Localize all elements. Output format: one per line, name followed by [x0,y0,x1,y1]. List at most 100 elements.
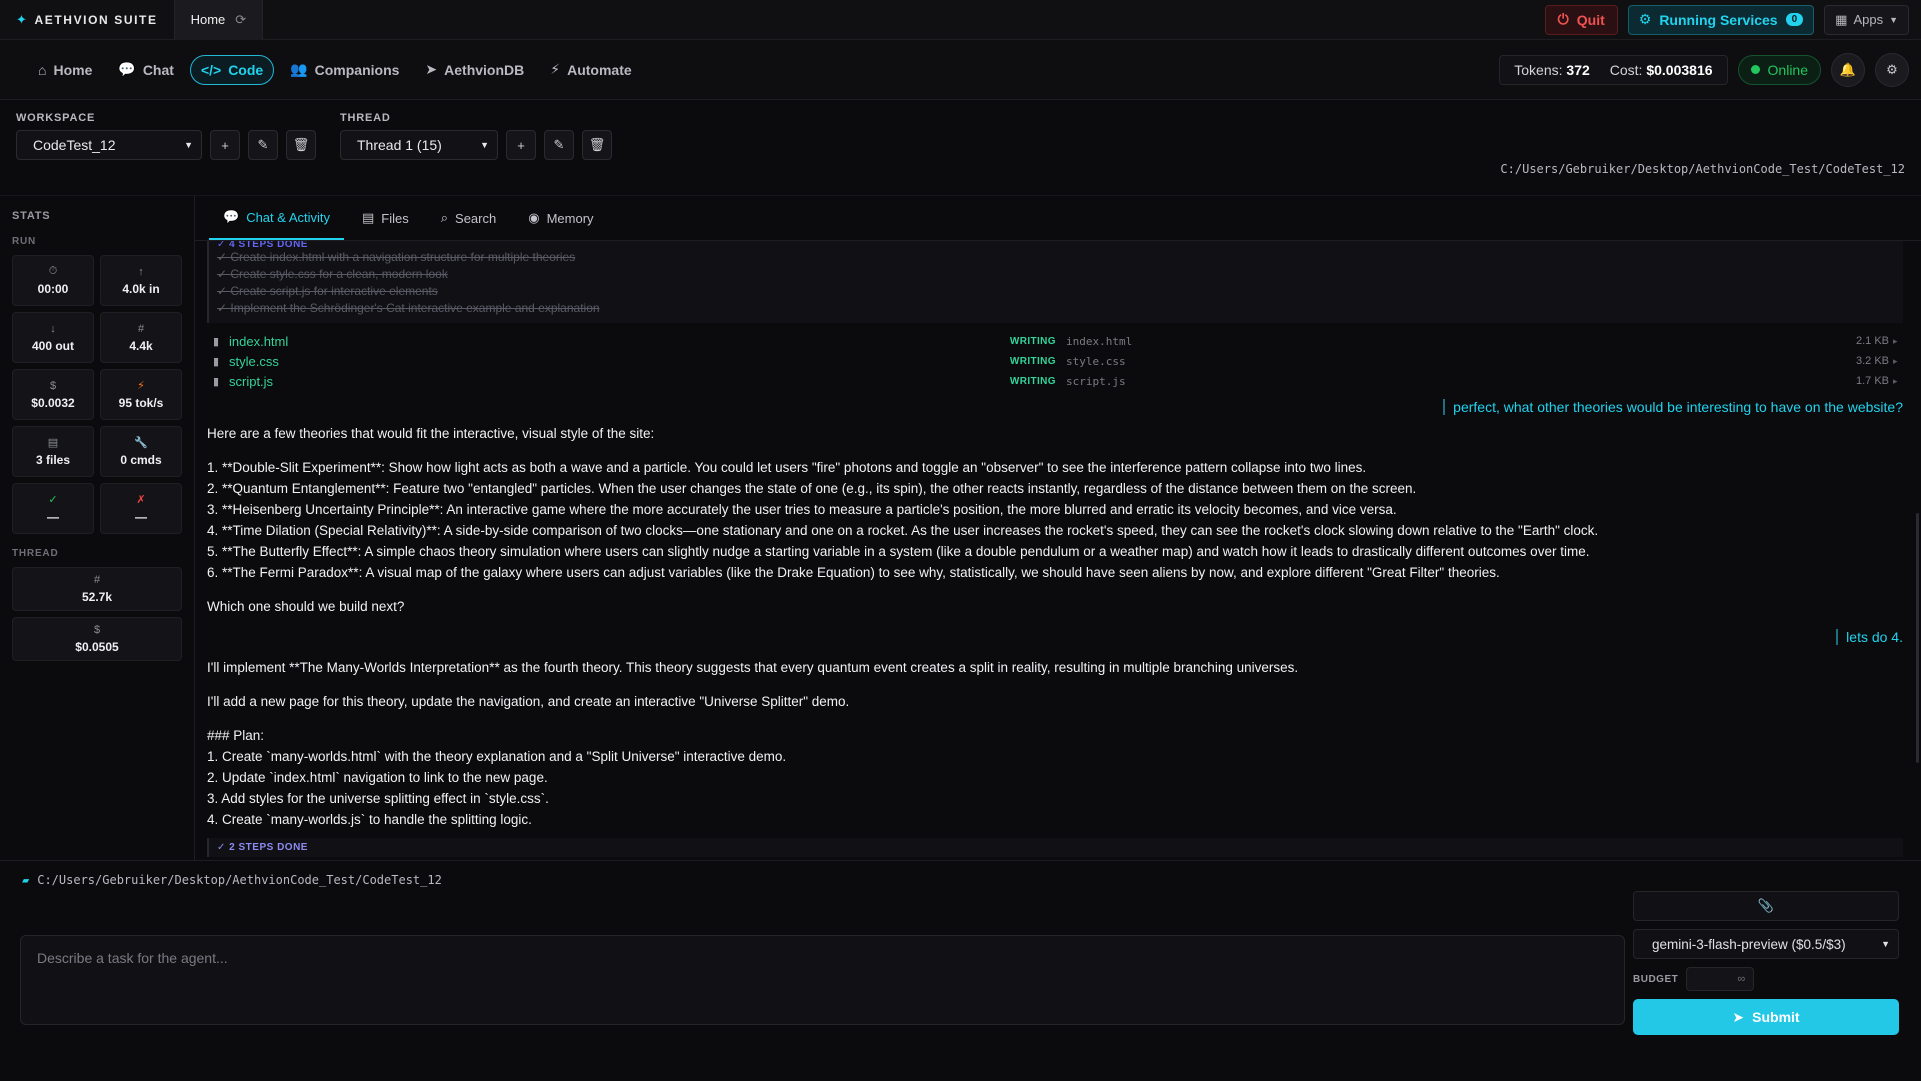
nav-label: Code [228,61,264,78]
nav-label: AethvionDB [444,61,525,78]
delete-thread-button[interactable]: 🗑 [582,130,612,160]
stat-success: ✓ — [12,483,94,534]
hash-icon: # [137,322,145,335]
message-line: 6. **The Fermi Paradox**: A visual map o… [207,565,1500,580]
workspace-select[interactable]: CodeTest_12 ▼ [16,130,202,160]
edit-workspace-button[interactable]: ✎ [248,130,278,160]
nav-item-automate[interactable]: ⚡ Automate [540,55,641,85]
tab-chat-activity[interactable]: 💬 Chat & Activity [209,196,344,240]
tokens-stat: Tokens: 372 [1514,62,1590,78]
status-dot-icon [1750,65,1760,74]
tab-files[interactable]: ▤ Files [348,196,423,240]
delete-workspace-button[interactable]: 🗑 [286,130,316,160]
stat-value: 400 out [31,338,74,353]
workspace-group: WORKSPACE CodeTest_12 ▼ + ✎ 🗑 [16,112,316,160]
nav-item-code[interactable]: </> Code [189,54,275,85]
activity-feed[interactable]: ✓ 4 STEPS DONE ✓ Create index.html with … [195,241,1921,860]
stat-files: ▤ 3 files [12,426,94,477]
message-line: 2. **Quantum Entanglement**: Feature two… [207,481,1417,496]
plus-icon: + [221,137,229,153]
file-name[interactable]: script.js [223,374,1003,389]
file-size: 1.7 KB [1855,375,1889,387]
window-tab-home[interactable]: Home ⟳ [173,0,264,40]
message-line: 3. **Heisenberg Uncertainty Principle**:… [207,502,1397,517]
task-input-placeholder: Describe a task for the agent... [37,950,228,966]
chevron-down-icon: ▼ [1881,939,1890,949]
dollar-icon: $ [49,379,57,392]
tab-memory[interactable]: ◉ Memory [514,196,607,240]
gear-icon: ⚙ [1886,61,1898,77]
chevron-right-icon[interactable]: ▸ [1889,376,1903,387]
message-line: 4. **Time Dilation (Special Relativity)*… [207,523,1599,538]
add-workspace-button[interactable]: + [210,130,240,160]
file-write-row[interactable]: ▮ script.js WRITING script.js 1.7 KB ▸ [207,371,1903,391]
submit-button[interactable]: ➤ Submit [1633,999,1899,1035]
file-write-row[interactable]: ▮ style.css WRITING style.css 3.2 KB ▸ [207,351,1903,371]
model-select[interactable]: gemini-3-flash-preview ($0.5/$3) ▼ [1633,929,1899,959]
composer-path: ▰ C:/Users/Gebruiker/Desktop/AethvionCod… [22,873,442,887]
edit-thread-button[interactable]: ✎ [544,130,574,160]
status-badge: Online [1737,54,1821,85]
nav-item-companions[interactable]: 👥 Companions [280,55,409,85]
chevron-right-icon[interactable]: ▸ [1889,356,1903,367]
paperclip-icon: 📎 [1757,898,1775,913]
clock-icon: ⏱ [48,265,58,277]
add-thread-button[interactable]: + [506,130,536,160]
composer-path-text: C:/Users/Gebruiker/Desktop/AethvionCode_… [37,873,442,887]
nav-item-aethviondb[interactable]: ➤ AethvionDB [415,55,534,85]
budget-input[interactable]: ∞ [1686,967,1755,991]
message-line: 2. Update `index.html` navigation to lin… [207,770,548,785]
steps-done-collapsed[interactable]: ✓ 2 STEPS DONE [207,838,1903,857]
tab-search[interactable]: ⌕ Search [427,196,510,240]
nav-item-chat[interactable]: 💬 Chat [108,55,184,85]
grid-icon: ▦ [1835,11,1848,27]
user-message: perfect, what other theories would be in… [207,399,1903,415]
power-icon: ⏻ [1557,11,1569,27]
refresh-icon[interactable]: ⟳ [235,12,246,28]
stat-value: — [47,510,59,524]
steps-done-block[interactable]: ✓ 4 STEPS DONE ✓ Create index.html with … [207,241,1903,323]
feed-scrollbar[interactable] [1916,513,1919,763]
stat-speed: ⚡ 95 tok/s [100,369,182,420]
attach-button[interactable]: 📎 [1633,891,1899,921]
nav-label: Chat [142,61,174,78]
file-name[interactable]: index.html [223,334,1003,349]
notifications-button[interactable]: 🔔 [1831,52,1865,87]
send-icon: ➤ [425,61,438,77]
step-item: ✓ Create index.html with a navigation st… [217,250,576,264]
settings-button[interactable]: ⚙ [1875,52,1909,87]
nav-item-home[interactable]: ⌂ Home [28,55,102,85]
trash-icon: 🗑 [292,137,310,152]
tokens-label: Tokens: [1514,61,1563,78]
stat-value: 4.4k [129,338,153,353]
bolt-icon: ⚡ [137,380,145,392]
running-services-button[interactable]: ⚙ Running Services 0 [1627,4,1815,35]
stat-tokens-out: ↓ 400 out [12,312,94,363]
nav-label: Home [53,61,93,78]
chevron-down-icon: ▼ [184,140,193,150]
main-panel: 💬 Chat & Activity ▤ Files ⌕ Search ◉ Mem… [195,196,1921,860]
apps-menu-button[interactable]: ▦ Apps ▼ [1824,4,1909,35]
file-write-row[interactable]: ▮ index.html WRITING index.html 2.1 KB ▸ [207,331,1903,351]
thread-select[interactable]: Thread 1 (15) ▼ [340,130,498,160]
running-services-label: Running Services [1659,11,1778,28]
tokens-value: 372 [1566,61,1590,78]
stat-value: 00:00 [37,282,69,296]
task-input[interactable]: Describe a task for the agent... [20,935,1625,1025]
stats-title: STATS [12,210,51,222]
running-count-badge: 0 [1785,13,1804,26]
cost-value: $0.003816 [1646,61,1713,78]
content-tabs: 💬 Chat & Activity ▤ Files ⌕ Search ◉ Mem… [195,196,1921,241]
hash-icon: # [93,574,101,586]
stat-total-tokens: #4.4k [100,312,182,363]
stat-failure: ✗ — [100,483,182,534]
quit-label: Quit [1576,11,1605,28]
file-name[interactable]: style.css [223,354,1003,369]
stat-value: 4.0k in [122,281,160,296]
thread-group: THREAD Thread 1 (15) ▼ + ✎ 🗑 [340,112,612,160]
brand-name: AETHVION SUITE [34,12,158,27]
quit-button[interactable]: ⏻ Quit [1544,4,1618,35]
chevron-right-icon[interactable]: ▸ [1889,336,1903,347]
